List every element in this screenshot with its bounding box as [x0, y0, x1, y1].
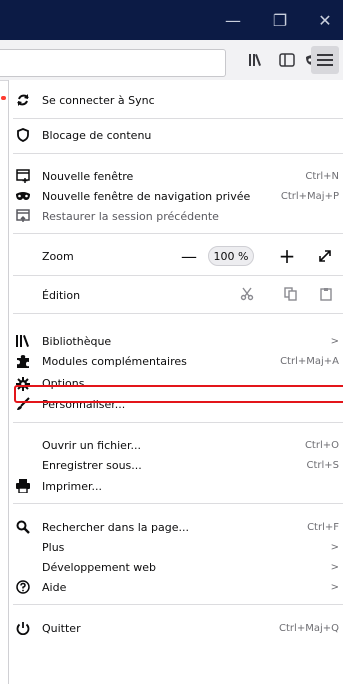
menu-separator: [13, 153, 343, 154]
copy-button[interactable]: [284, 286, 298, 304]
fullscreen-button[interactable]: [313, 243, 337, 269]
sidebar-icon: [279, 53, 295, 67]
shortcut-label: Ctrl+Maj+P: [280, 190, 339, 202]
zoom-value: 100 %: [213, 249, 249, 263]
search-icon: [15, 519, 31, 535]
menu-item-restore-session[interactable]: Restaurer la session précédente: [9, 206, 343, 226]
sidebar-toolbar-button[interactable]: [277, 50, 297, 70]
menu-item-print[interactable]: Imprimer...: [9, 476, 343, 496]
menu-separator: [13, 422, 343, 423]
menu-item-label: Développement web: [42, 560, 157, 574]
paste-button[interactable]: [320, 287, 332, 304]
new-window-icon: [15, 168, 31, 184]
menu-item-save-as[interactable]: Enregistrer sous... Ctrl+S: [9, 455, 343, 475]
menu-item-more[interactable]: Plus >: [9, 537, 343, 557]
menu-item-library[interactable]: Bibliothèque >: [9, 331, 343, 351]
printer-icon: [15, 478, 31, 494]
submenu-arrow: >: [330, 335, 339, 347]
shortcut-label: Ctrl+Maj+Q: [279, 622, 339, 634]
power-icon: [15, 620, 31, 636]
close-window-button[interactable]: ✕: [307, 0, 343, 40]
menu-item-label: Enregistrer sous...: [42, 458, 142, 472]
menu-item-label: Bibliothèque: [42, 334, 112, 348]
zoom-in-button[interactable]: +: [275, 243, 299, 269]
menu-item-label: Plus: [42, 540, 65, 554]
shortcut-label: Ctrl+Maj+A: [280, 355, 339, 367]
submenu-arrow: >: [330, 561, 339, 573]
minimize-button[interactable]: —: [215, 0, 251, 40]
menu-item-help[interactable]: Aide >: [9, 577, 343, 597]
shortcut-label: Ctrl+O: [304, 439, 339, 451]
menu-item-label: Aide: [42, 580, 67, 594]
copy-icon: [284, 286, 297, 301]
menu-separator: [13, 604, 343, 605]
menu-item-label: Restaurer la session précédente: [42, 209, 219, 223]
menu-item-label: Ouvrir un fichier...: [42, 438, 141, 452]
submenu-arrow: >: [330, 541, 339, 553]
menu-item-content-blocking[interactable]: Blocage de contenu: [9, 125, 343, 145]
title-bar: — ❐ ✕: [0, 0, 343, 40]
menu-separator: [13, 503, 343, 504]
plus-icon: +: [278, 244, 296, 268]
app-menu: Se connecter à Sync Blocage de contenu N…: [8, 80, 343, 684]
sync-icon: [15, 92, 31, 108]
minus-icon: —: [181, 246, 197, 266]
menu-item-find[interactable]: Rechercher dans la page... Ctrl+F: [9, 517, 343, 537]
help-icon: [15, 579, 31, 595]
cut-button[interactable]: [240, 287, 254, 304]
menu-item-label: Imprimer...: [42, 479, 103, 493]
restore-session-icon: [15, 208, 31, 224]
menu-item-zoom: Zoom — 100 % +: [9, 243, 343, 269]
edit-label: Édition: [42, 288, 81, 302]
menu-separator: [13, 313, 343, 314]
menu-item-label: Se connecter à Sync: [42, 93, 155, 107]
menu-item-label: Nouvelle fenêtre: [42, 169, 134, 183]
options-highlight-frame: [14, 385, 343, 403]
menu-item-label: Rechercher dans la page...: [42, 520, 189, 534]
fullscreen-icon: [319, 250, 331, 262]
menu-item-addons[interactable]: Modules complémentaires Ctrl+Maj+A: [9, 351, 343, 371]
menu-item-quit[interactable]: Quitter Ctrl+Maj+Q: [9, 618, 343, 638]
menu-item-label: Quitter: [42, 621, 81, 635]
zoom-out-button[interactable]: —: [177, 243, 201, 269]
submenu-arrow: >: [330, 581, 339, 593]
menu-item-label: Nouvelle fenêtre de navigation privée: [42, 189, 251, 203]
open-menu-button[interactable]: [311, 46, 339, 74]
menu-item-sync[interactable]: Se connecter à Sync: [9, 90, 343, 110]
menu-item-web-developer[interactable]: Développement web >: [9, 557, 343, 577]
menu-item-open-file[interactable]: Ouvrir un fichier... Ctrl+O: [9, 435, 343, 455]
menu-item-edit: Édition: [9, 285, 343, 305]
library-icon: [249, 54, 261, 66]
shortcut-label: Ctrl+F: [307, 521, 339, 533]
zoom-reset-button[interactable]: 100 %: [208, 246, 254, 266]
library-icon: [15, 333, 31, 349]
restore-icon: ❐: [272, 10, 288, 30]
scissors-icon: [240, 287, 254, 300]
menu-separator: [13, 233, 343, 234]
menu-separator: [13, 275, 343, 276]
minimize-icon: —: [225, 10, 241, 30]
clipboard-icon: [320, 287, 332, 301]
shield-icon: [15, 127, 31, 143]
menu-item-new-window[interactable]: Nouvelle fenêtre Ctrl+N: [9, 166, 343, 186]
menu-separator: [13, 118, 343, 119]
library-toolbar-button[interactable]: [246, 50, 266, 70]
menu-item-new-private-window[interactable]: Nouvelle fenêtre de navigation privée Ct…: [9, 186, 343, 206]
restore-button[interactable]: ❐: [262, 0, 298, 40]
menu-item-label: Blocage de contenu: [42, 128, 152, 142]
zoom-label: Zoom: [42, 249, 74, 263]
puzzle-piece-icon: [15, 353, 31, 369]
menu-item-label: Modules complémentaires: [42, 354, 187, 368]
private-mask-icon: [15, 188, 31, 204]
url-bar[interactable]: [0, 49, 226, 77]
shortcut-label: Ctrl+N: [305, 170, 339, 182]
nav-toolbar: [0, 40, 343, 81]
notification-dot: [1, 96, 6, 100]
close-icon: ✕: [318, 10, 332, 30]
shortcut-label: Ctrl+S: [306, 459, 339, 471]
hamburger-icon: [317, 54, 333, 56]
